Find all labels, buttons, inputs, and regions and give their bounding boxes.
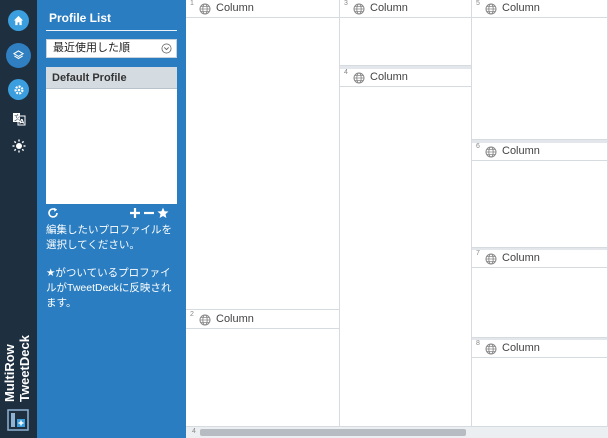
column-title: Column	[216, 2, 254, 14]
column-4[interactable]: 4 Column	[340, 69, 471, 427]
column-title: Column	[502, 252, 540, 264]
column-header[interactable]: 6 Column	[472, 143, 607, 161]
profile-panel: Profile List 最近使用した順 Default Profile 編集し…	[37, 0, 186, 438]
column-title: Column	[370, 71, 408, 83]
globe-icon	[199, 314, 211, 326]
column-number: 4	[344, 69, 348, 76]
star-icon[interactable]	[157, 207, 169, 219]
translate-icon: 文A	[12, 112, 25, 125]
column-stack-2: 3 Column 4 Column	[340, 0, 472, 427]
help-text-select: 編集したいプロファイルを選択してください。	[46, 224, 172, 251]
layers-button[interactable]	[8, 45, 29, 66]
home-button[interactable]	[8, 10, 29, 31]
column-number: 8	[476, 340, 480, 347]
globe-icon	[199, 3, 211, 15]
help-text-star: ★がついているプロファイルがTweetDeckに反映されます。	[46, 267, 172, 309]
column-header[interactable]: 2 Column	[186, 311, 339, 329]
globe-icon	[485, 343, 497, 355]
sort-order-value: 最近使用した順	[53, 42, 130, 54]
brand-line-1: MultiRow	[2, 344, 17, 402]
column-title: Column	[216, 313, 254, 325]
column-stack-1: 1 Column 2 Column	[186, 0, 340, 427]
scrollbar-number: 4	[192, 428, 196, 435]
remove-icon[interactable]	[143, 207, 155, 219]
brightness-icon	[12, 139, 25, 152]
home-icon	[13, 15, 24, 26]
column-6[interactable]: 6 Column	[472, 143, 607, 248]
svg-text:A: A	[19, 117, 24, 125]
scrollbar-thumb[interactable]	[200, 429, 466, 436]
globe-icon	[485, 3, 497, 15]
column-3[interactable]: 3 Column	[340, 0, 471, 66]
column-title: Column	[502, 2, 540, 14]
column-number: 2	[190, 311, 194, 318]
column-stack-3: 5 Column 6 Column 7 Column 8 Column	[472, 0, 608, 427]
brand-name: MultiRow TweetDeck	[2, 316, 36, 402]
sort-order-select[interactable]: 最近使用した順	[46, 39, 177, 58]
column-header[interactable]: 8 Column	[472, 340, 607, 358]
layers-icon	[13, 50, 24, 60]
column-5[interactable]: 5 Column	[472, 0, 607, 140]
column-header[interactable]: 7 Column	[472, 250, 607, 268]
column-header[interactable]: 1 Column	[186, 0, 339, 18]
column-header[interactable]: 5 Column	[472, 0, 607, 18]
column-title: Column	[370, 2, 408, 14]
app-logo-icon[interactable]	[7, 409, 29, 431]
globe-icon	[353, 3, 365, 15]
add-icon[interactable]	[129, 207, 141, 219]
panel-title: Profile List	[49, 11, 112, 25]
column-title: Column	[502, 145, 540, 157]
panel-divider	[46, 30, 177, 31]
column-1[interactable]: 1 Column	[186, 0, 339, 310]
column-number: 3	[344, 0, 348, 7]
column-7[interactable]: 7 Column	[472, 250, 607, 338]
settings-button[interactable]	[8, 79, 29, 100]
brand-line-2: TweetDeck	[17, 335, 32, 402]
column-8[interactable]: 8 Column	[472, 340, 607, 427]
globe-icon	[485, 146, 497, 158]
column-number: 5	[476, 0, 480, 7]
globe-icon	[353, 72, 365, 84]
profile-list: Default Profile	[46, 67, 177, 204]
brightness-button[interactable]	[8, 135, 29, 156]
refresh-icon[interactable]	[47, 207, 59, 219]
column-number: 7	[476, 250, 480, 257]
profile-item-default[interactable]: Default Profile	[46, 67, 177, 89]
column-2[interactable]: 2 Column	[186, 311, 339, 427]
column-header[interactable]: 4 Column	[340, 69, 471, 87]
globe-icon	[485, 253, 497, 265]
chevron-down-icon	[161, 43, 172, 54]
column-number: 1	[190, 0, 194, 7]
horizontal-scrollbar[interactable]: 4	[186, 427, 608, 438]
column-title: Column	[502, 342, 540, 354]
translate-button[interactable]: 文A	[8, 108, 29, 129]
column-header[interactable]: 3 Column	[340, 0, 471, 18]
column-number: 6	[476, 143, 480, 150]
column-grid: 1 Column 2 Column 3 Column 4 Column 5 Co…	[186, 0, 608, 438]
gear-icon	[13, 84, 24, 95]
icon-rail: 文A MultiRow TweetDeck	[0, 0, 37, 438]
